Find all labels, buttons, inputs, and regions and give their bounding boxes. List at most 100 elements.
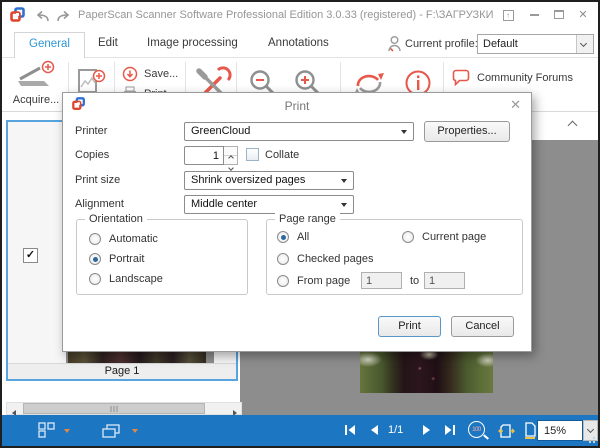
- profile-select[interactable]: Default: [477, 34, 594, 54]
- alignment-select[interactable]: Middle center: [184, 195, 354, 214]
- dropdown-arrow-icon: [341, 179, 347, 183]
- spin-down-button[interactable]: [224, 157, 237, 166]
- radio-all[interactable]: [277, 231, 289, 243]
- ribbon-tab-bar: General Edit Image processing Annotation…: [2, 28, 598, 58]
- print-dialog-title: Print: [63, 99, 531, 113]
- radio-landscape-label: Landscape: [109, 273, 163, 285]
- spin-up-button[interactable]: [224, 147, 237, 156]
- redo-icon[interactable]: [56, 10, 72, 23]
- dropdown-arrow-icon: [341, 203, 347, 207]
- app-window: PaperScan Scanner Software Professional …: [0, 0, 600, 448]
- radio-checked-pages-label: Checked pages: [297, 253, 373, 265]
- tab-general[interactable]: General: [14, 32, 85, 59]
- radio-from-page-label: From page: [297, 275, 350, 287]
- scroll-left-button[interactable]: [7, 403, 20, 414]
- collate-checkbox[interactable]: [246, 148, 259, 161]
- undo-icon[interactable]: [34, 10, 50, 23]
- radio-from-page[interactable]: [277, 275, 289, 287]
- profile-value: Default: [483, 38, 518, 50]
- scroll-right-button[interactable]: [228, 403, 241, 414]
- nav-first-button[interactable]: [344, 425, 356, 435]
- scrollbar-grip-icon: [111, 406, 118, 412]
- page-range-group: Page range All Current page Checked page…: [266, 219, 523, 295]
- zoom-level-input[interactable]: [537, 420, 583, 441]
- profile-dropdown-button[interactable]: [576, 35, 593, 53]
- properties-button[interactable]: Properties...: [424, 121, 510, 142]
- save-button[interactable]: Save...: [122, 66, 178, 82]
- to-label: to: [410, 275, 419, 287]
- fit-page-button[interactable]: [498, 422, 515, 440]
- maximize-button[interactable]: [550, 8, 568, 23]
- radio-current-page[interactable]: [402, 231, 414, 243]
- print-dialog-titlebar[interactable]: Print ✕: [63, 93, 531, 115]
- chevron-down-icon: [587, 426, 594, 433]
- print-size-select[interactable]: Shrink oversized pages: [184, 171, 354, 190]
- orientation-group: Orientation Automatic Portrait Landscape: [76, 219, 248, 295]
- collapse-ribbon-button[interactable]: [558, 114, 586, 134]
- print-dialog-close-button[interactable]: ✕: [510, 97, 521, 113]
- minimize-icon: [530, 14, 539, 16]
- dropdown-arrow-icon[interactable]: [132, 429, 138, 433]
- user-profile-icon: [387, 35, 402, 52]
- cancel-button[interactable]: Cancel: [451, 316, 514, 337]
- save-download-icon: [122, 66, 138, 82]
- chevron-down-icon: [228, 165, 234, 171]
- pin-window-button[interactable]: ↑: [499, 8, 517, 23]
- tab-annotations[interactable]: Annotations: [268, 37, 329, 49]
- pin-icon: ↑: [503, 10, 514, 21]
- page-indicator: 1/1: [388, 424, 403, 436]
- radio-all-label: All: [297, 231, 309, 243]
- nav-next-button[interactable]: [422, 425, 431, 435]
- alignment-label: Alignment: [75, 198, 124, 210]
- nav-last-button[interactable]: [444, 425, 456, 435]
- titlebar: PaperScan Scanner Software Professional …: [2, 2, 598, 28]
- dropdown-arrow-icon: [401, 130, 407, 134]
- thumbnail-hscrollbar[interactable]: [6, 402, 242, 415]
- print-button[interactable]: Print: [378, 316, 441, 337]
- radio-current-page-label: Current page: [422, 231, 486, 243]
- radio-portrait-label: Portrait: [109, 253, 144, 265]
- collate-label: Collate: [265, 149, 299, 161]
- radio-checked-pages[interactable]: [277, 253, 289, 265]
- radio-portrait[interactable]: [89, 253, 101, 265]
- copies-spinner: [184, 146, 238, 165]
- paperscan-logo-icon: [10, 7, 26, 23]
- minimize-button[interactable]: [525, 8, 543, 23]
- from-page-input[interactable]: [361, 272, 402, 289]
- printer-label: Printer: [75, 125, 107, 137]
- maximize-icon: [554, 10, 564, 19]
- resize-grip[interactable]: [585, 433, 595, 443]
- chevron-up-icon: [567, 121, 577, 131]
- scrollbar-thumb[interactable]: [23, 403, 205, 414]
- document-photo: [360, 352, 493, 393]
- copies-label: Copies: [75, 149, 109, 161]
- chat-bubble-icon: [452, 69, 470, 86]
- copies-spin-buttons: [224, 146, 238, 165]
- page-caption: Page 1: [8, 363, 236, 379]
- zoom-100-button[interactable]: 100: [468, 421, 485, 438]
- to-page-input[interactable]: [424, 272, 465, 289]
- save-label: Save...: [144, 68, 178, 80]
- alignment-value: Middle center: [191, 198, 257, 210]
- dropdown-arrow-icon[interactable]: [64, 429, 70, 433]
- scanner-icon: [14, 60, 58, 88]
- close-button[interactable]: ✕: [574, 8, 592, 23]
- tab-image-processing[interactable]: Image processing: [147, 37, 238, 49]
- radio-landscape[interactable]: [89, 273, 101, 285]
- fit-width-button[interactable]: [523, 422, 537, 440]
- page1-checkbox[interactable]: ✓: [23, 248, 38, 263]
- chevron-down-icon: [580, 40, 587, 47]
- window-title: PaperScan Scanner Software Professional …: [78, 9, 493, 21]
- print-size-value: Shrink oversized pages: [191, 174, 305, 186]
- copies-input[interactable]: [184, 146, 224, 165]
- thumbnail-view-button[interactable]: [38, 422, 55, 438]
- print-dialog: Print ✕ Printer GreenCloud Properties...…: [62, 92, 532, 352]
- print-size-label: Print size: [75, 174, 120, 186]
- printer-value: GreenCloud: [191, 125, 250, 137]
- printer-select[interactable]: GreenCloud: [184, 122, 414, 141]
- tab-edit[interactable]: Edit: [98, 37, 118, 49]
- radio-automatic[interactable]: [89, 233, 101, 245]
- nav-prev-button[interactable]: [370, 425, 379, 435]
- community-forums-button[interactable]: Community Forums: [452, 69, 573, 86]
- view-mode-button[interactable]: [102, 424, 121, 438]
